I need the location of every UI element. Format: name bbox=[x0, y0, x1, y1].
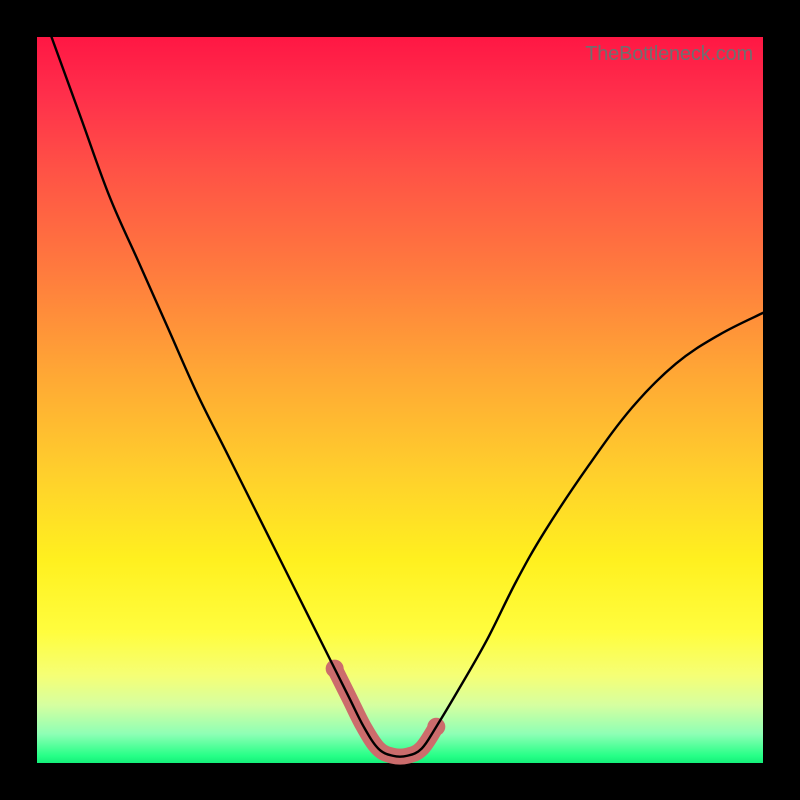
highlight-segment-path bbox=[335, 669, 437, 757]
plot-area: TheBottleneck.com bbox=[37, 37, 763, 763]
curve-layer bbox=[37, 37, 763, 763]
bottleneck-curve-path bbox=[52, 37, 763, 757]
chart-frame: TheBottleneck.com bbox=[0, 0, 800, 800]
